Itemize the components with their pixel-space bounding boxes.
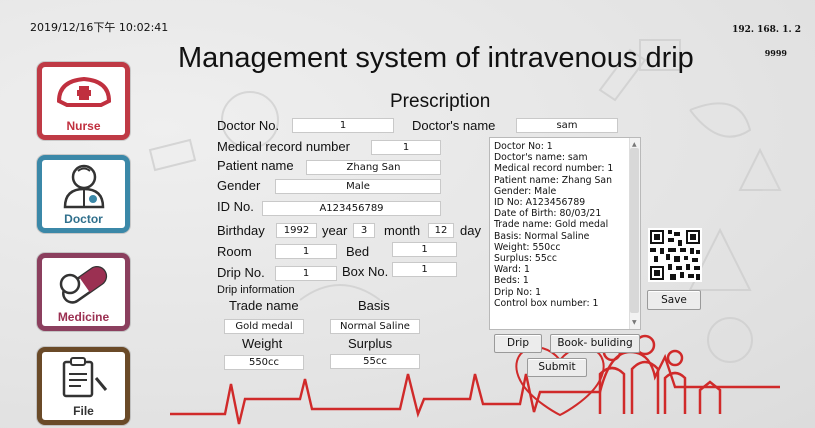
nurse-cap-icon <box>42 67 125 119</box>
box-no-field[interactable]: 1 <box>392 262 457 277</box>
prescription-summary-textarea[interactable]: Doctor No: 1 Doctor's name: sam Medical … <box>489 137 641 330</box>
summary-scrollbar[interactable] <box>629 138 640 329</box>
doctor-name-label: Doctor's name <box>412 118 496 133</box>
drip-no-field[interactable]: 1 <box>275 266 337 281</box>
drip-info-label: Drip information <box>217 284 295 296</box>
summary-line: ID No: A123456789 <box>494 197 586 209</box>
medical-record-label: Medical record number <box>217 139 350 154</box>
prescription-heading: Prescription <box>390 91 491 112</box>
gender-label: Gender <box>217 178 261 193</box>
id-label: ID No. <box>217 199 254 214</box>
summary-line: Weight: 550cc <box>494 241 561 253</box>
trade-name-label: Trade name <box>229 298 299 313</box>
doctor-name-field[interactable]: sam <box>516 118 618 133</box>
summary-line: Beds: 1 <box>494 275 529 287</box>
birth-month-field[interactable]: 3 <box>353 223 375 238</box>
birthday-label: Birthday <box>217 223 265 238</box>
port-number: 9999 <box>764 48 787 58</box>
drip-button[interactable]: Drip <box>494 334 542 353</box>
save-button[interactable]: Save <box>647 290 701 310</box>
drip-no-label: Drip No. <box>217 265 265 280</box>
sidebar-item-label: Nurse <box>66 119 101 133</box>
qr-code-icon <box>648 228 702 282</box>
book-building-button[interactable]: Book- buliding <box>550 334 640 353</box>
gender-field[interactable]: Male <box>275 179 441 194</box>
sidebar-item-label: Doctor <box>64 212 103 226</box>
summary-line: Date of Birth: 80/03/21 <box>494 208 602 220</box>
summary-line: Patient name: Zhang San <box>494 174 612 186</box>
summary-line: Trade name: Gold medal <box>494 219 609 231</box>
basis-label: Basis <box>358 298 390 313</box>
sidebar-item-nurse[interactable]: Nurse <box>37 62 130 140</box>
year-label: year <box>322 223 348 238</box>
clipboard-icon <box>42 352 125 404</box>
doctor-no-label: Doctor No. <box>217 118 280 133</box>
box-no-label: Box No. <box>342 264 389 279</box>
birth-year-field[interactable]: 1992 <box>276 223 317 238</box>
bed-label: Bed <box>346 244 370 259</box>
summary-line: Ward: 1 <box>494 264 530 276</box>
patient-name-label: Patient name <box>217 158 294 173</box>
summary-line: Basis: Normal Saline <box>494 230 590 242</box>
summary-line: Drip No: 1 <box>494 286 542 298</box>
summary-line: Control box number: 1 <box>494 297 599 309</box>
submit-button[interactable]: Submit <box>527 358 587 377</box>
sidebar-item-file[interactable]: File <box>37 347 130 425</box>
basis-field[interactable]: Normal Saline <box>330 319 420 334</box>
page-title: Management system of intravenous drip <box>178 42 694 74</box>
sidebar-item-label: Medicine <box>57 310 110 324</box>
summary-line: Doctor No: 1 <box>494 141 553 152</box>
month-label: month <box>384 223 421 238</box>
pill-icon <box>42 258 125 310</box>
surplus-label: Surplus <box>348 336 393 351</box>
room-label: Room <box>217 244 252 259</box>
medical-record-field[interactable]: 1 <box>371 140 441 155</box>
bed-field[interactable]: 1 <box>392 242 457 257</box>
room-field[interactable]: 1 <box>275 244 337 259</box>
day-label: day <box>460 223 481 238</box>
summary-line: Gender: Male <box>494 185 557 197</box>
surplus-field[interactable]: 55cc <box>330 354 420 369</box>
datetime-display: 2019/12/16下午 10:02:41 <box>30 21 169 34</box>
doctor-icon <box>42 160 125 212</box>
weight-field[interactable]: 550cc <box>224 355 304 370</box>
trade-name-field[interactable]: Gold medal <box>224 319 304 334</box>
patient-name-field[interactable]: Zhang San <box>306 160 441 175</box>
ip-address: 192. 168. 1. 2 <box>732 25 801 35</box>
summary-line: Surplus: 55cc <box>494 253 557 265</box>
scrollbar-thumb[interactable] <box>630 148 639 313</box>
weight-label: Weight <box>242 336 283 351</box>
sidebar-item-medicine[interactable]: Medicine <box>37 253 130 331</box>
summary-line: Medical record number: 1 <box>494 163 614 175</box>
doctor-no-field[interactable]: 1 <box>292 118 394 133</box>
sidebar-item-doctor[interactable]: Doctor <box>37 155 130 233</box>
summary-line: Doctor's name: sam <box>494 152 588 164</box>
birth-day-field[interactable]: 12 <box>428 223 454 238</box>
id-field[interactable]: A123456789 <box>262 201 441 216</box>
sidebar-item-label: File <box>73 404 94 418</box>
